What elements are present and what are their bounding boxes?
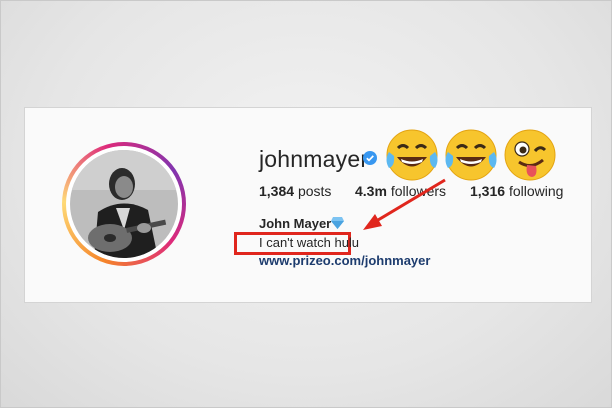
avatar[interactable] [66,146,182,262]
following-count: 1,316 [470,183,506,199]
profile-website-link[interactable]: www.prizeo.com/johnmayer [259,253,430,268]
profile-photo [70,150,178,258]
profile-header-card: johnmayer 1,384 posts 4.3m followers 1,3… [24,107,592,303]
posts-label: posts [297,183,332,199]
profile-bio: I can't watch hulu [259,235,360,250]
story-ring[interactable] [62,142,186,266]
posts-stat[interactable]: 1,384 posts [259,183,331,199]
profile-full-name: John Mayer [259,216,332,231]
followers-count: 4.3m [355,183,387,199]
gem-emoji-icon [331,216,344,229]
tears-of-joy-emoji-icon [442,126,500,184]
profile-username: johnmayer [259,146,369,172]
tears-of-joy-emoji-icon [383,126,441,184]
posts-count: 1,384 [259,183,295,199]
followers-label: followers [390,183,447,199]
following-stat[interactable]: 1,316 following [470,183,563,199]
followers-stat[interactable]: 4.3m followers [355,183,446,199]
following-label: following [508,183,564,199]
verified-badge-icon [363,151,377,165]
winking-tongue-emoji-icon [501,126,559,184]
